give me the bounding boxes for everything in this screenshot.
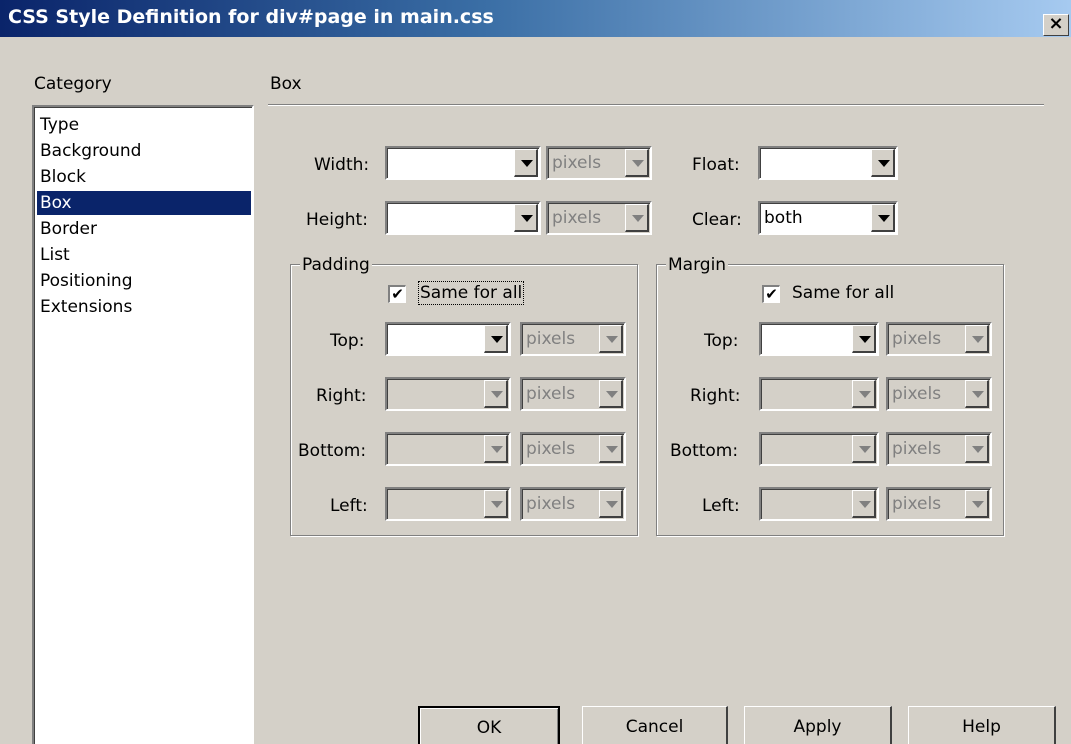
chevron-down-icon	[852, 380, 876, 408]
padding-bottom-label: Bottom:	[298, 441, 367, 461]
margin-left-combobox	[759, 487, 879, 521]
width-unit-select: pixels	[546, 146, 652, 180]
chevron-down-icon	[484, 380, 508, 408]
category-item-extensions[interactable]: Extensions	[37, 295, 251, 319]
padding-top-label: Top:	[330, 331, 365, 351]
margin-same-label[interactable]: Same for all	[792, 283, 894, 303]
margin-same-checkbox[interactable]: ✔	[762, 285, 780, 303]
category-label: Category	[34, 74, 112, 94]
width-label: Width:	[314, 155, 370, 175]
padding-top-combobox[interactable]	[385, 322, 511, 356]
chevron-down-icon[interactable]	[484, 325, 508, 353]
margin-right-unit-select: pixels	[886, 377, 992, 411]
margin-right-label: Right:	[690, 386, 741, 406]
close-icon[interactable]: ×	[1043, 14, 1069, 36]
padding-right-label: Right:	[316, 386, 367, 406]
padding-right-combobox	[385, 377, 511, 411]
apply-button[interactable]: Apply	[744, 706, 892, 744]
chevron-down-icon[interactable]	[514, 204, 538, 232]
chevron-down-icon	[852, 490, 876, 518]
category-item-box[interactable]: Box	[37, 191, 251, 215]
clear-select[interactable]: both	[758, 201, 898, 235]
padding-bottom-unit-select: pixels	[520, 432, 626, 466]
category-item-block[interactable]: Block	[37, 165, 251, 189]
chevron-down-icon	[965, 380, 989, 408]
panel-title: Box	[270, 74, 302, 94]
chevron-down-icon[interactable]	[514, 149, 538, 177]
chevron-down-icon	[599, 380, 623, 408]
panel-separator	[268, 104, 1044, 106]
float-label: Float:	[692, 155, 740, 175]
chevron-down-icon[interactable]	[871, 149, 895, 177]
cancel-button[interactable]: Cancel	[582, 706, 728, 744]
margin-legend: Margin	[666, 255, 729, 275]
padding-same-checkbox[interactable]: ✔	[388, 285, 406, 303]
chevron-down-icon	[599, 325, 623, 353]
margin-top-unit-select: pixels	[886, 322, 992, 356]
category-item-border[interactable]: Border	[37, 217, 251, 241]
height-unit-select: pixels	[546, 201, 652, 235]
margin-bottom-label: Bottom:	[670, 441, 739, 461]
chevron-down-icon	[965, 490, 989, 518]
title-bar: CSS Style Definition for div#page in mai…	[0, 0, 1071, 38]
chevron-down-icon	[484, 490, 508, 518]
category-item-type[interactable]: Type	[37, 113, 251, 137]
padding-left-label: Left:	[330, 496, 368, 516]
chevron-down-icon	[625, 149, 649, 177]
clear-label: Clear:	[692, 210, 742, 230]
chevron-down-icon	[599, 435, 623, 463]
ok-button[interactable]: OK	[418, 706, 560, 744]
width-combobox[interactable]	[385, 146, 541, 180]
chevron-down-icon	[852, 435, 876, 463]
chevron-down-icon	[965, 435, 989, 463]
category-item-positioning[interactable]: Positioning	[37, 269, 251, 293]
chevron-down-icon	[625, 204, 649, 232]
margin-right-combobox	[759, 377, 879, 411]
margin-bottom-combobox	[759, 432, 879, 466]
height-combobox[interactable]	[385, 201, 541, 235]
window-title: CSS Style Definition for div#page in mai…	[8, 6, 494, 28]
padding-left-combobox	[385, 487, 511, 521]
padding-top-unit-select: pixels	[520, 322, 626, 356]
float-select[interactable]	[758, 146, 898, 180]
chevron-down-icon	[484, 435, 508, 463]
category-item-background[interactable]: Background	[37, 139, 251, 163]
category-item-list[interactable]: List	[37, 243, 251, 267]
padding-legend: Padding	[300, 255, 372, 275]
chevron-down-icon	[965, 325, 989, 353]
padding-bottom-combobox	[385, 432, 511, 466]
padding-left-unit-select: pixels	[520, 487, 626, 521]
margin-top-label: Top:	[704, 331, 739, 351]
margin-bottom-unit-select: pixels	[886, 432, 992, 466]
padding-right-unit-select: pixels	[520, 377, 626, 411]
chevron-down-icon	[599, 490, 623, 518]
help-button[interactable]: Help	[908, 706, 1056, 744]
height-label: Height:	[306, 210, 368, 230]
category-list[interactable]: Type Background Block Box Border List Po…	[32, 105, 254, 744]
chevron-down-icon[interactable]	[871, 204, 895, 232]
margin-left-label: Left:	[702, 496, 740, 516]
margin-top-combobox[interactable]	[759, 322, 879, 356]
chevron-down-icon[interactable]	[852, 325, 876, 353]
margin-left-unit-select: pixels	[886, 487, 992, 521]
padding-same-label[interactable]: Same for all	[417, 281, 525, 305]
